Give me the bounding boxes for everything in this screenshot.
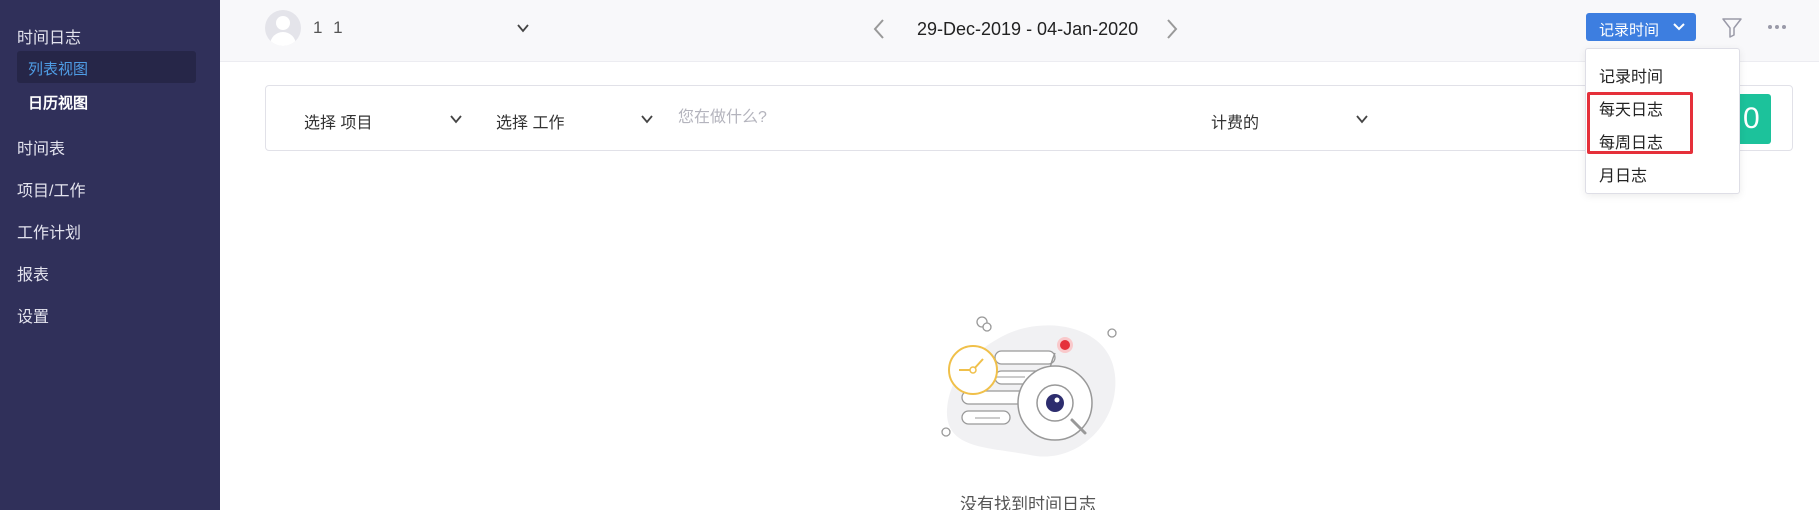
empty-state-message: 没有找到时间日志 — [960, 495, 1096, 510]
chevron-down-icon[interactable] — [517, 22, 529, 34]
description-input[interactable] — [678, 100, 1098, 136]
sidebar-item-timesheet[interactable]: 时间表 — [17, 135, 65, 159]
filter-icon[interactable] — [1720, 15, 1744, 39]
job-select[interactable]: 选择 工作 — [496, 109, 564, 133]
sidebar-item-list-view[interactable]: 列表视图 — [17, 51, 196, 83]
sidebar-item-projects-jobs[interactable]: 项目/工作 — [17, 177, 85, 201]
chevron-down-icon — [1673, 23, 1685, 31]
log-time-button[interactable]: 记录时间 — [1586, 13, 1696, 41]
empty-state-illustration — [941, 316, 1117, 457]
chevron-right-icon[interactable] — [1165, 18, 1179, 40]
sidebar-item-reports[interactable]: 报表 — [17, 261, 49, 285]
chevron-down-icon[interactable] — [449, 114, 463, 124]
sidebar: 时间日志 列表视图 日历视图 时间表 项目/工作 工作计划 报表 设置 — [0, 0, 220, 510]
start-timer-button-label: 0 — [1743, 102, 1760, 135]
date-range: 29-Dec-2019 - 04-Jan-2020 — [917, 19, 1139, 39]
log-time-button-label: 记录时间 — [1599, 22, 1660, 39]
user-name[interactable]: 1 1 — [313, 18, 346, 38]
billable-select[interactable]: 计费的 — [1211, 109, 1259, 133]
more-icon[interactable] — [1765, 15, 1789, 39]
sidebar-item-list-view-label: 列表视图 — [28, 61, 89, 78]
chevron-down-icon[interactable] — [640, 114, 654, 124]
highlight-annotation — [1587, 92, 1693, 154]
top-header: 1 1 29-Dec-2019 - 04-Jan-2020 记录时间 — [220, 0, 1819, 62]
nav-time-logs[interactable]: 时间日志 — [17, 24, 81, 48]
chevron-down-icon[interactable] — [1355, 114, 1369, 124]
menu-item-log-time[interactable]: 记录时间 — [1599, 63, 1663, 87]
chevron-left-icon[interactable] — [872, 18, 886, 40]
sidebar-item-settings[interactable]: 设置 — [17, 303, 49, 327]
time-entry-bar: 选择 项目 选择 工作 计费的 0 — [265, 85, 1793, 151]
menu-item-monthly-log[interactable]: 月日志 — [1599, 162, 1647, 186]
sidebar-item-work-plan[interactable]: 工作计划 — [17, 219, 81, 243]
avatar[interactable] — [265, 10, 301, 46]
project-select[interactable]: 选择 项目 — [304, 109, 372, 133]
sidebar-item-calendar-view[interactable]: 日历视图 — [28, 92, 88, 113]
